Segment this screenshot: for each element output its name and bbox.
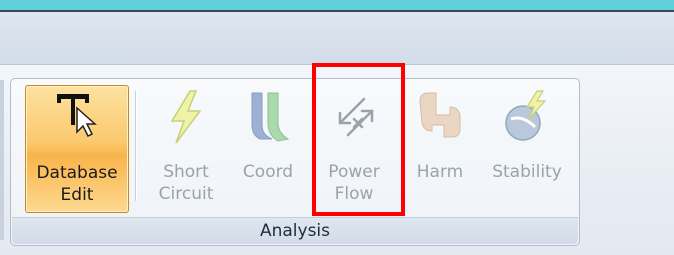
- analysis-group-label: Analysis: [12, 217, 578, 244]
- coord-label: Coord: [242, 162, 294, 182]
- database-edit-button[interactable]: Database Edit: [25, 85, 129, 213]
- group-separator: [135, 91, 137, 201]
- database-edit-label-line1: Database: [36, 163, 118, 183]
- harm-button[interactable]: Harm: [403, 85, 477, 213]
- harmonics-waveform-icon: [410, 85, 470, 147]
- harm-label: Harm: [416, 162, 464, 182]
- short-circuit-label-line2: Circuit: [158, 184, 214, 204]
- ribbon-left-edge: [0, 80, 4, 240]
- short-circuit-button[interactable]: Short Circuit: [149, 85, 223, 213]
- stability-label: Stability: [492, 162, 562, 182]
- coordination-curves-icon: [238, 85, 298, 147]
- lightning-bolt-icon: [156, 85, 216, 147]
- stability-button[interactable]: Stability: [485, 85, 569, 213]
- database-edit-label-line2: Edit: [60, 185, 94, 205]
- short-circuit-label-line1: Short: [163, 162, 209, 182]
- stability-globe-bolt-icon: [497, 85, 557, 147]
- power-flow-highlight-box: [312, 63, 405, 216]
- analysis-group: Database Edit Short Circuit Coord Power …: [10, 78, 580, 246]
- title-bar-accent: [0, 0, 674, 10]
- coord-button[interactable]: Coord: [231, 85, 305, 213]
- ribbon-tab-strip: [0, 12, 674, 65]
- database-edit-cursor-icon: [47, 86, 107, 148]
